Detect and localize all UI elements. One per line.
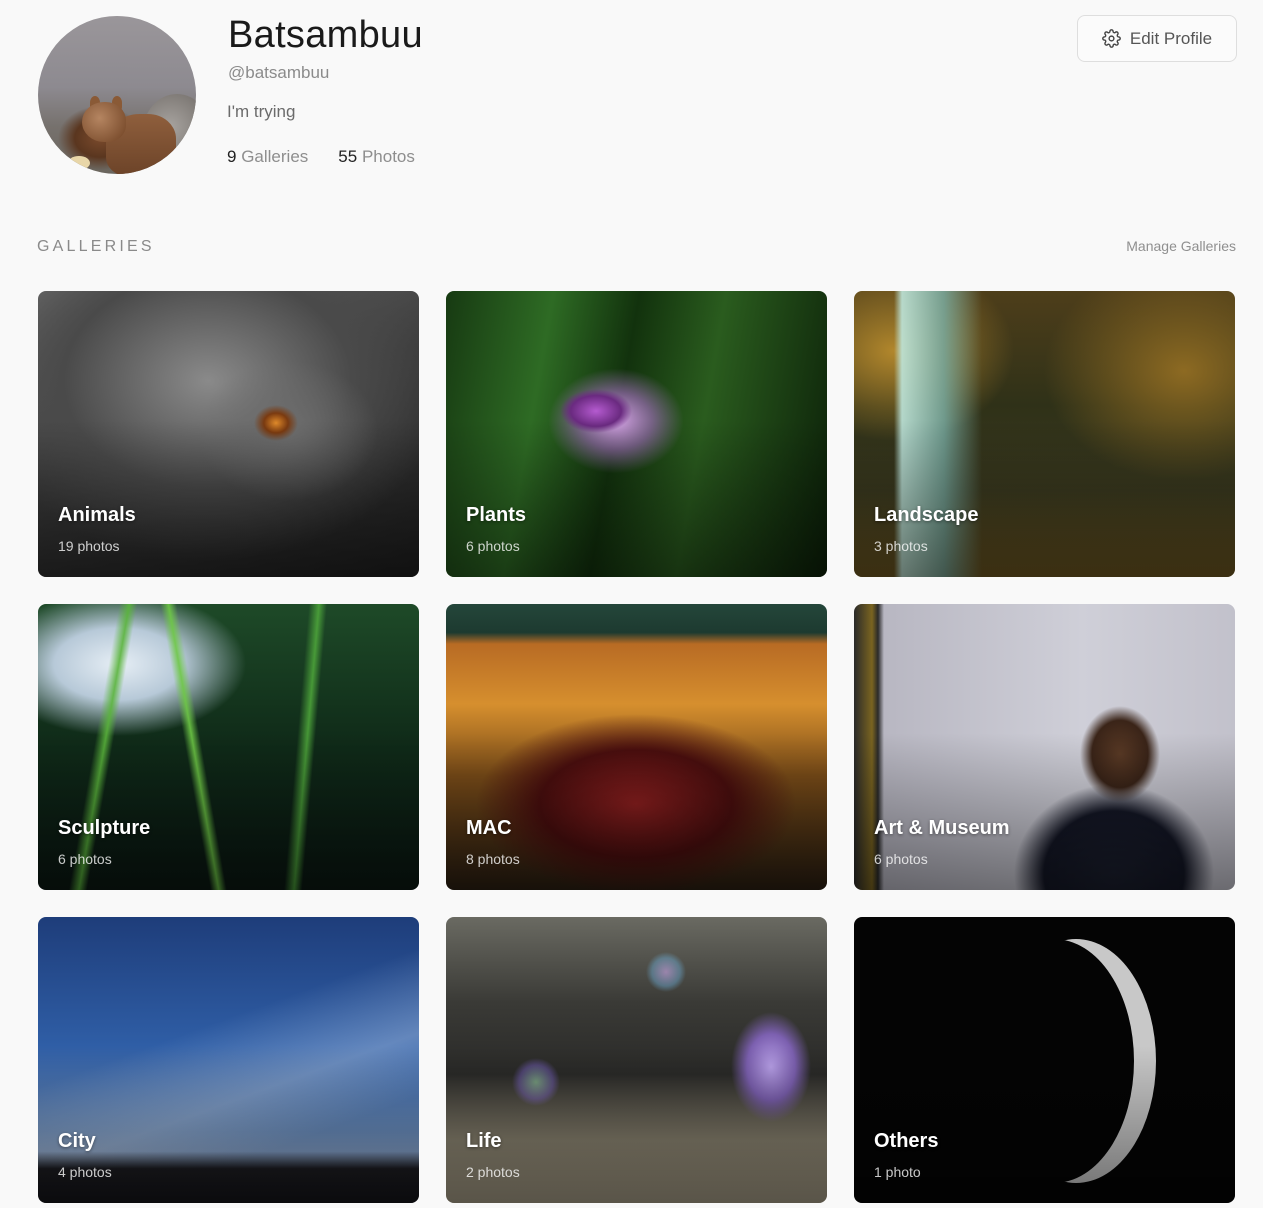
gallery-card-life[interactable]: Life 2 photos bbox=[446, 917, 827, 1203]
gallery-count: 6 photos bbox=[874, 851, 928, 867]
gallery-count: 6 photos bbox=[466, 538, 520, 554]
profile-handle: @batsambuu bbox=[228, 63, 330, 82]
gallery-title: Landscape bbox=[874, 504, 979, 526]
gallery-title: Art & Museum bbox=[874, 817, 1010, 839]
manage-galleries-link[interactable]: Manage Galleries bbox=[1126, 238, 1236, 254]
profile-page: Batsambuu @batsambuu I'm trying 9 Galler… bbox=[0, 0, 1263, 1208]
profile-stats: 9 Galleries 55 Photos bbox=[227, 147, 415, 167]
gallery-card-others[interactable]: Others 1 photo bbox=[854, 917, 1235, 1203]
gallery-title: Plants bbox=[466, 504, 527, 526]
stat-galleries-count: 9 bbox=[227, 147, 237, 166]
profile-name: Batsambuu bbox=[228, 14, 423, 56]
gallery-count: 8 photos bbox=[466, 851, 520, 867]
gallery-card-plants[interactable]: Plants 6 photos bbox=[446, 291, 827, 577]
gallery-count: 4 photos bbox=[58, 1164, 112, 1180]
gallery-title: Animals bbox=[58, 504, 136, 526]
stat-galleries-label: Galleries bbox=[241, 147, 309, 166]
stat-galleries: 9 Galleries bbox=[227, 147, 308, 167]
gallery-card-art-museum[interactable]: Art & Museum 6 photos bbox=[854, 604, 1235, 890]
gallery-card-landscape[interactable]: Landscape 3 photos bbox=[854, 291, 1235, 577]
avatar-squirrel-head bbox=[82, 102, 126, 142]
stat-photos-count: 55 bbox=[338, 147, 358, 166]
gallery-title: MAC bbox=[466, 817, 512, 839]
gallery-title: City bbox=[58, 1130, 96, 1152]
gallery-title: Others bbox=[874, 1130, 939, 1152]
gallery-count: 1 photo bbox=[874, 1164, 921, 1180]
gallery-title: Sculpture bbox=[58, 817, 151, 839]
gallery-card-city[interactable]: City 4 photos bbox=[38, 917, 419, 1203]
galleries-heading: GALLERIES bbox=[37, 238, 155, 255]
moon-crescent-image bbox=[974, 939, 1134, 1183]
gallery-card-animals[interactable]: Animals 19 photos bbox=[38, 291, 419, 577]
gallery-card-mac[interactable]: MAC 8 photos bbox=[446, 604, 827, 890]
edit-profile-label: Edit Profile bbox=[1129, 28, 1213, 48]
edit-profile-button[interactable]: Edit Profile bbox=[1077, 15, 1237, 62]
gallery-card-sculpture[interactable]: Sculpture 6 photos bbox=[38, 604, 419, 890]
gallery-title: Life bbox=[466, 1130, 502, 1152]
avatar bbox=[38, 16, 196, 174]
gallery-count: 6 photos bbox=[58, 851, 112, 867]
stat-photos-label: Photos bbox=[361, 147, 415, 166]
gallery-count: 19 photos bbox=[58, 538, 120, 554]
gallery-count: 3 photos bbox=[874, 538, 928, 554]
profile-bio: I'm trying bbox=[227, 102, 296, 121]
avatar-nut bbox=[68, 156, 90, 170]
stat-photos: 55 Photos bbox=[338, 147, 415, 167]
gallery-count: 2 photos bbox=[466, 1164, 520, 1180]
gear-icon bbox=[1102, 29, 1121, 48]
